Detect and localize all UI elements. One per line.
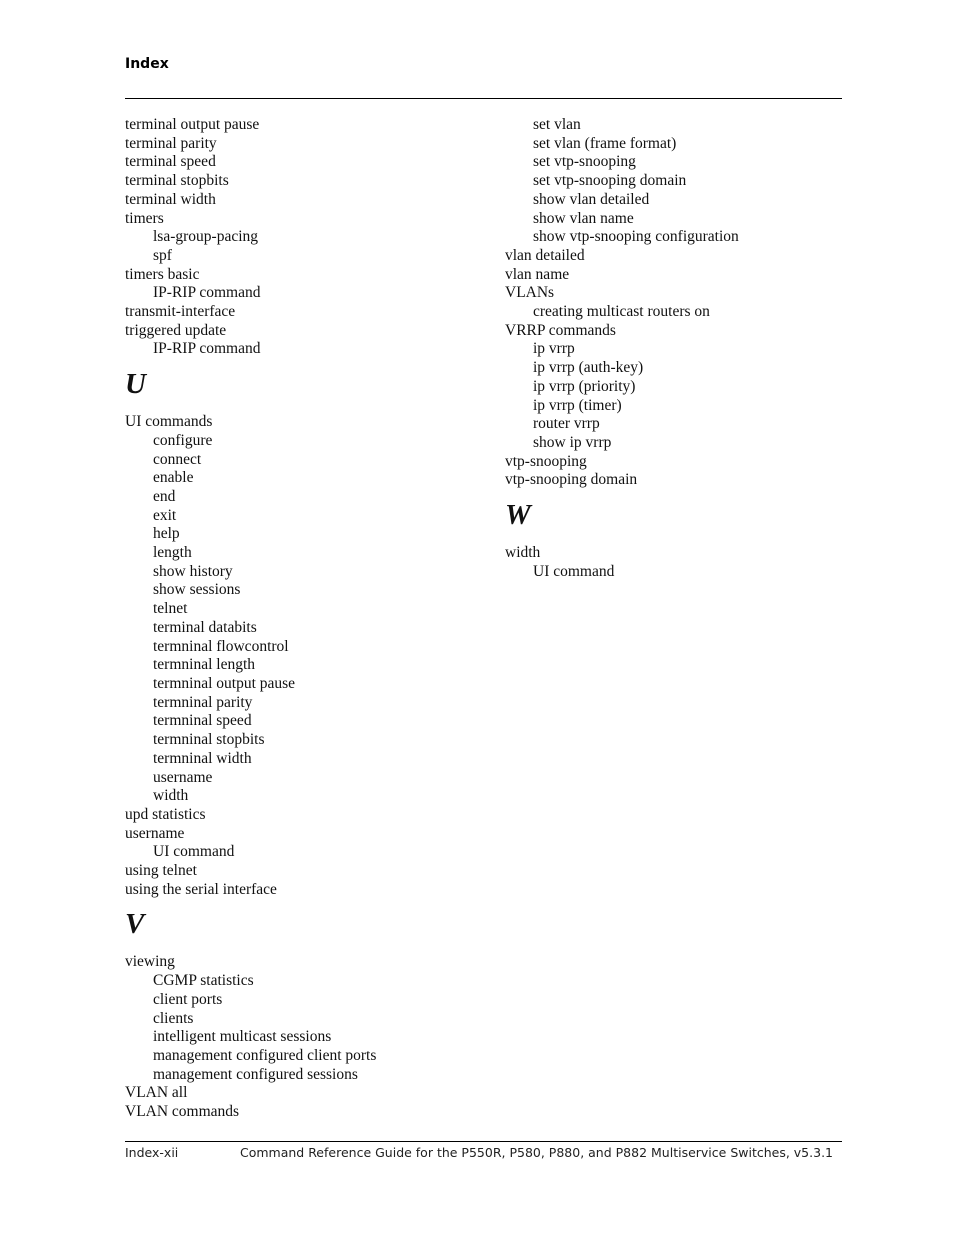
index-section-letter: W [505, 499, 531, 532]
index-subentry: intelligent multicast sessions [153, 1028, 332, 1046]
index-section-letter: V [125, 908, 145, 941]
index-subentry: ip vrrp [533, 340, 575, 358]
index-subentry: UI command [533, 562, 615, 580]
index-subentry: IP-RIP command [153, 284, 261, 302]
index-subentry: username [153, 768, 213, 786]
index-subentry: show vlan detailed [533, 190, 650, 208]
index-subentry: termninal output pause [153, 674, 296, 692]
index-subentry: client ports [153, 990, 223, 1008]
index-entry: UI commands [125, 413, 213, 431]
index-subentry: management configured client ports [153, 1046, 377, 1064]
index-entry: terminal width [125, 190, 216, 208]
index-subentry: show history [153, 562, 233, 580]
index-subentry: show vlan name [533, 209, 634, 227]
index-subentry: ip vrrp (priority) [533, 377, 636, 395]
index-subentry: terminal databits [153, 618, 257, 636]
index-subentry: show ip vrrp [533, 433, 612, 451]
index-entry: viewing [125, 953, 175, 971]
index-section-letter: U [125, 368, 146, 401]
index-subentry: telnet [153, 600, 188, 618]
index-entry: username [125, 824, 185, 842]
index-entry: transmit-interface [125, 303, 236, 321]
index-entry: VLAN commands [125, 1103, 240, 1121]
index-entry: vtp-snooping domain [505, 471, 638, 489]
index-subentry: set vlan (frame format) [533, 134, 677, 152]
index-entry: width [505, 544, 541, 562]
index-subentry: termninal speed [153, 712, 252, 730]
index-subentry: set vlan [533, 116, 581, 133]
index-subentry: ip vrrp (timer) [533, 396, 622, 414]
index-entry: VLAN all [125, 1084, 188, 1102]
index-entry: vlan detailed [505, 246, 585, 264]
index-entry: vlan name [505, 265, 570, 283]
index-entry: using telnet [125, 862, 197, 880]
index-subentry: spf [153, 246, 172, 264]
index-subentry: management configured sessions [153, 1065, 358, 1083]
index-subentry: help [153, 525, 180, 543]
index-subentry: termninal stopbits [153, 731, 265, 749]
index-entry: terminal parity [125, 134, 217, 152]
index-subentry: router vrrp [533, 415, 600, 433]
index-subentry: UI command [153, 843, 235, 861]
index-subentry: show vtp-snooping configuration [533, 228, 739, 246]
index-entry: timers basic [125, 265, 200, 283]
index-subentry: width [153, 787, 189, 805]
index-entry: terminal speed [125, 153, 216, 171]
index-entry: VLANs [505, 284, 555, 302]
index-subentry: enable [153, 469, 194, 487]
index-subentry: CGMP statistics [153, 972, 254, 990]
index-entry: upd statistics [125, 805, 206, 823]
index-entry: timers [125, 209, 164, 227]
index-subentry: creating multicast routers on [533, 303, 710, 321]
index-subentry: set vtp-snooping domain [533, 172, 687, 190]
index-subentry: length [153, 544, 192, 562]
running-header-title: Index [125, 56, 169, 72]
footer-rule [125, 1141, 842, 1142]
index-column-right: set vlan set vlan (frame format) set vtp-s… [505, 116, 845, 581]
index-subentry: lsa-group-pacing [153, 228, 259, 246]
index-subentry: clients [153, 1009, 194, 1027]
index-subentry: set vtp-snooping [533, 153, 636, 171]
footer-page-number: Index-xii [125, 1145, 179, 1160]
index-subentry: show sessions [153, 581, 241, 599]
index-entry: using the serial interface [125, 880, 277, 898]
footer-book-title: Command Reference Guide for the P550R, P… [239, 1145, 833, 1160]
index-entry: terminal stopbits [125, 172, 229, 190]
index-subentry: termninal flowcontrol [153, 637, 289, 655]
index-subentry: configure [153, 431, 213, 449]
index-subentry: IP-RIP command [153, 340, 261, 358]
index-subentry: termninal parity [153, 693, 253, 711]
index-subentry: exit [153, 506, 177, 524]
index-entry: triggered update [125, 321, 227, 339]
index-entry: vtp-snooping [505, 452, 587, 470]
index-column-left: terminal output pause terminal parity term… [125, 116, 495, 1122]
index-entry: terminal output pause [125, 116, 260, 133]
index-subentry: connect [153, 450, 202, 468]
index-subentry: termninal length [153, 656, 256, 674]
index-subentry: ip vrrp (auth-key) [533, 359, 644, 377]
index-subentry: termninal width [153, 749, 252, 767]
index-entry: VRRP commands [505, 321, 616, 339]
index-subentry: end [153, 487, 176, 505]
header-rule [125, 98, 842, 99]
